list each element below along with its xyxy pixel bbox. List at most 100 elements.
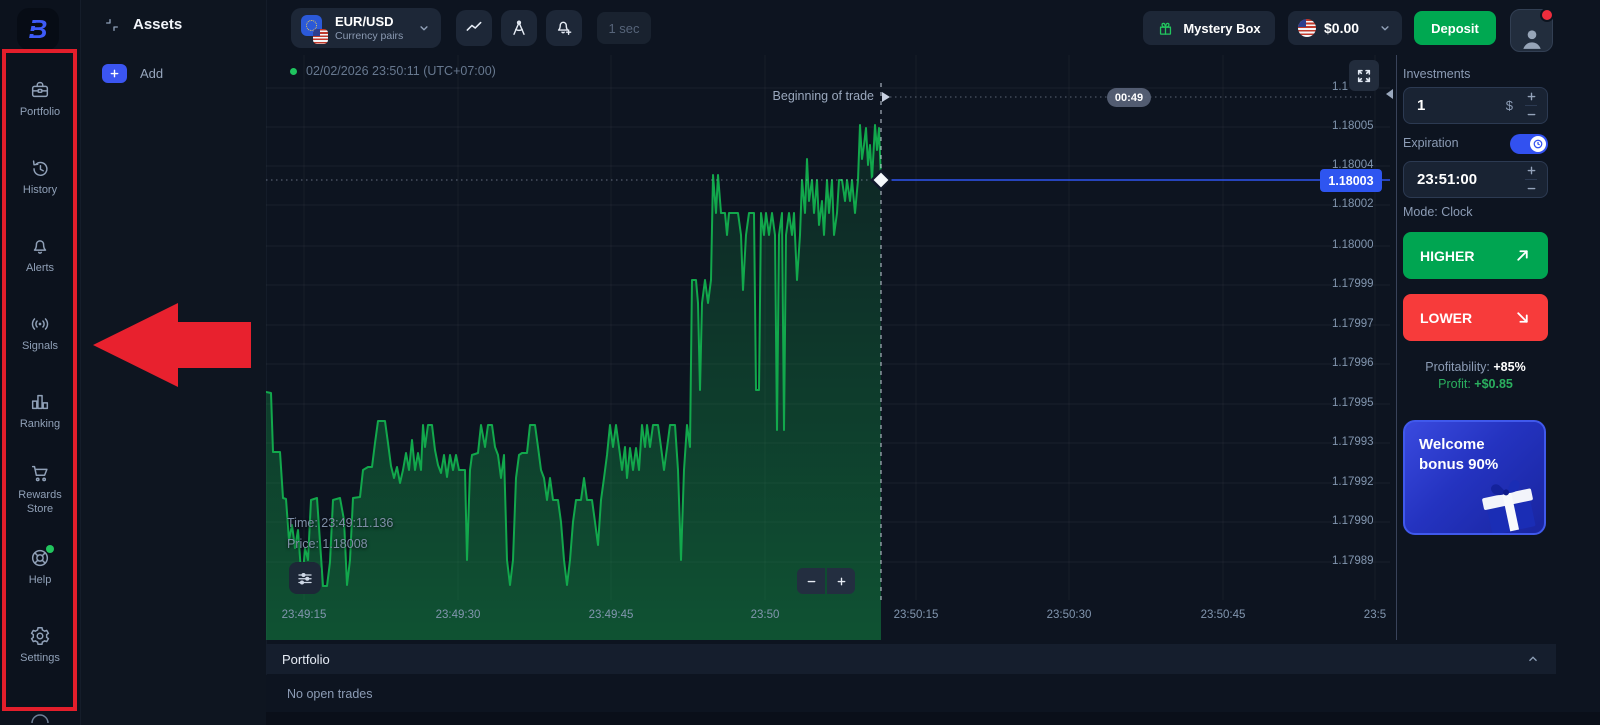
assets-panel-title: Assets (133, 16, 182, 33)
investment-decrease-button[interactable] (1526, 109, 1537, 120)
expiration-input[interactable]: 23:51:00 (1403, 161, 1548, 198)
notification-dot (1540, 8, 1554, 22)
sidebar-item-settings[interactable]: Settings (0, 606, 80, 684)
trading-app: B PortfolioHistoryAlertsSignalsRankingRe… (0, 0, 1600, 725)
signals-icon (29, 313, 51, 335)
time-axis-label: 23:49:15 (272, 609, 336, 621)
balance-value: $0.00 (1324, 20, 1359, 36)
pair-name: EUR/USD (335, 14, 403, 29)
add-asset-label: Add (140, 66, 163, 81)
profile-avatar[interactable] (1510, 9, 1553, 52)
chart-type-button[interactable] (456, 10, 492, 46)
sidebar-item-label: Settings (9, 652, 71, 666)
crosshair-tooltip: Time: 23:49:11.136 Price: 1.18008 (287, 513, 393, 554)
mystery-box-button[interactable]: Mystery Box (1143, 11, 1275, 45)
price-axis-label: 1.17995 (1332, 397, 1388, 409)
sidebar-item-portfolio[interactable]: Portfolio (0, 60, 80, 138)
topbar: EUR/USD Currency pairs 1 sec Mystery Box… (266, 0, 1600, 55)
fullscreen-button[interactable] (1349, 60, 1379, 91)
arrow-up-right-icon (1514, 247, 1531, 264)
tooltip-price: Price: 1.18008 (287, 534, 393, 555)
sidebar-item-label: Help (9, 574, 71, 588)
add-asset-row[interactable]: Add (102, 64, 266, 83)
price-axis-label: 1.17997 (1332, 318, 1388, 330)
sidebar-item-alerts[interactable]: Alerts (0, 216, 80, 294)
expiration-decrease-button[interactable] (1526, 183, 1537, 194)
person-icon (1518, 25, 1546, 51)
lifebuoy-icon (29, 547, 51, 569)
zoom-out-button[interactable] (797, 568, 825, 594)
expiration-increase-button[interactable] (1526, 165, 1537, 176)
app-logo-letter: B (29, 14, 48, 45)
price-axis-label: 1.18005 (1332, 120, 1388, 132)
trade-panel: Investments 1 $ Expiration 23:51:00 Mod (1403, 55, 1548, 640)
investment-input[interactable]: 1 $ (1403, 87, 1548, 124)
currency-pair-select[interactable]: EUR/USD Currency pairs (291, 8, 441, 48)
lower-button[interactable]: LOWER (1403, 294, 1548, 341)
price-chart[interactable]: 02/02/2026 23:50:11 (UTC+07:00) Beginnin… (266, 55, 1390, 640)
toggle-clock-icon (1530, 136, 1546, 152)
sidebar-item-help[interactable]: Help (0, 528, 80, 606)
mystery-box-label: Mystery Box (1183, 21, 1260, 36)
line-chart-icon (464, 18, 484, 38)
expand-icon (1356, 68, 1372, 84)
time-axis-label: 23:5 (1343, 609, 1390, 621)
time-axis-label: 23:49:45 (579, 609, 643, 621)
chart-canvas[interactable] (266, 55, 1390, 640)
minus-icon (806, 576, 817, 587)
live-dot-icon (290, 68, 297, 75)
tooltip-time: Time: 23:49:11.136 (287, 513, 393, 534)
deposit-button[interactable]: Deposit (1414, 11, 1496, 45)
time-axis-label: 23:50:30 (1037, 609, 1101, 621)
account-balance-select[interactable]: $0.00 (1288, 11, 1402, 45)
time-axis-label: 23:50:45 (1191, 609, 1255, 621)
sidebar-partial-icon (29, 710, 51, 725)
price-axis-label: 1.17999 (1332, 278, 1388, 290)
chevron-up-icon[interactable] (1526, 652, 1540, 666)
investments-label: Investments (1403, 67, 1470, 81)
sidebar: B PortfolioHistoryAlerts Signals Ranking Re… (0, 0, 81, 725)
higher-label: HIGHER (1420, 248, 1474, 264)
beginning-of-trade-label: Beginning of trade (674, 89, 874, 103)
higher-button[interactable]: HIGHER (1403, 232, 1548, 279)
pair-subtitle: Currency pairs (335, 30, 403, 42)
sidebar-item-label: Signals (9, 340, 71, 354)
history-icon (29, 157, 51, 179)
sidebar-item-history[interactable]: History (0, 138, 80, 216)
currency-symbol: $ (1506, 98, 1513, 113)
price-axis-label: 1.18002 (1332, 198, 1388, 210)
expiration-toggle[interactable] (1510, 134, 1548, 154)
pair-flags (301, 15, 325, 41)
app-logo[interactable]: B (17, 8, 59, 50)
online-badge (46, 545, 54, 553)
panel-divider (1396, 55, 1397, 640)
investment-increase-button[interactable] (1526, 91, 1537, 102)
cart-icon (29, 462, 51, 484)
sidebar-item-label: Rewards Store (9, 489, 71, 517)
add-asset-button[interactable] (102, 64, 127, 83)
timeframe-button[interactable]: 1 sec (597, 12, 651, 44)
sidebar-item-ranking[interactable]: Ranking (0, 372, 80, 450)
sidebar-item-label: Ranking (9, 418, 71, 432)
collapse-panel-icon[interactable] (104, 17, 120, 33)
portfolio-title: Portfolio (282, 652, 330, 667)
lower-label: LOWER (1420, 310, 1472, 326)
sidebar-item-rewards-store[interactable]: Rewards Store (0, 450, 80, 528)
sidebar-item-signals[interactable]: Signals (0, 294, 80, 372)
price-axis-label: 1.17992 (1332, 476, 1388, 488)
add-alert-button[interactable] (546, 10, 582, 46)
welcome-bonus-banner[interactable]: Welcome bonus 90% (1403, 420, 1546, 535)
bell-plus-icon (554, 18, 574, 38)
gift-icon (1157, 20, 1174, 37)
price-axis-label: 1.17993 (1332, 436, 1388, 448)
zoom-in-button[interactable] (827, 568, 855, 594)
panel-collapse-arrow[interactable] (1385, 88, 1395, 100)
portfolio-bar[interactable]: Portfolio (266, 644, 1556, 674)
briefcase-icon (29, 79, 51, 101)
current-price-tag: 1.18003 (1320, 169, 1382, 192)
investment-value: 1 (1417, 97, 1425, 114)
drawing-tools-button[interactable] (501, 10, 537, 46)
gift-illustration (1470, 471, 1542, 533)
chart-settings-button[interactable] (289, 562, 321, 594)
bell-icon (29, 235, 51, 257)
